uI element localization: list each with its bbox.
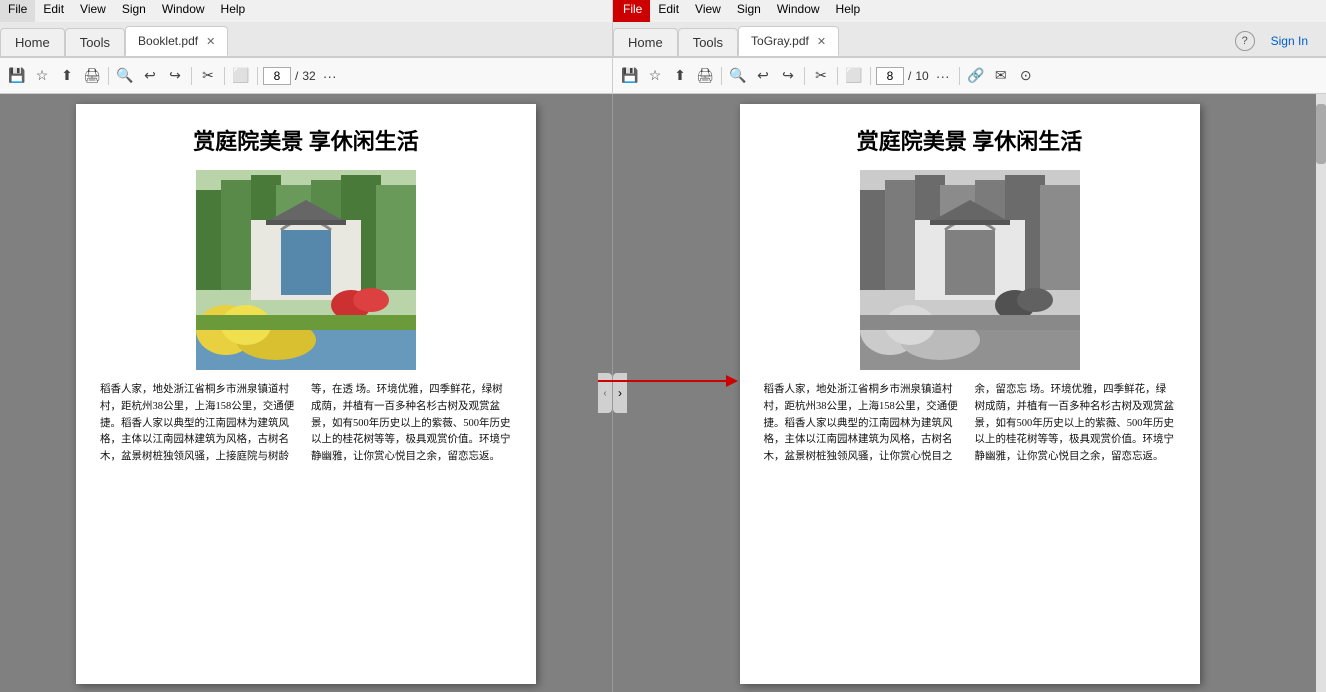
page-indicator-right: / 10 bbox=[876, 67, 929, 85]
home-tab-right[interactable]: Home bbox=[613, 28, 678, 56]
menu-help-right[interactable]: Help bbox=[828, 0, 869, 22]
save-icon-r[interactable]: 💾 bbox=[619, 65, 641, 87]
right-scrollbar-track[interactable] bbox=[1316, 94, 1326, 692]
menu-edit-right[interactable]: Edit bbox=[650, 0, 687, 22]
menu-window-left[interactable]: Window bbox=[154, 0, 213, 22]
screenshot-icon-r[interactable]: ⬜ bbox=[843, 65, 865, 87]
togray-tab[interactable]: ToGray.pdf ✕ bbox=[738, 26, 839, 56]
main-content: ‹ 赏庭院美景 享休闲生活 bbox=[0, 94, 1326, 692]
redo-icon[interactable]: ↪ bbox=[164, 65, 186, 87]
link-icon-r[interactable]: 🔗 bbox=[965, 65, 987, 87]
menu-window-right[interactable]: Window bbox=[769, 0, 828, 22]
bookmark-icon[interactable]: ☆ bbox=[31, 65, 53, 87]
sign-in-button[interactable]: Sign In bbox=[1261, 30, 1318, 52]
page-sep-left: / bbox=[295, 69, 298, 83]
right-scrollbar-thumb[interactable] bbox=[1316, 104, 1326, 164]
upload-icon[interactable]: ⬆ bbox=[56, 65, 78, 87]
menu-view-left[interactable]: View bbox=[72, 0, 114, 22]
menu-row: File Edit View Sign Window Help File Edi… bbox=[0, 0, 1326, 22]
cut-icon-r[interactable]: ✂ bbox=[810, 65, 832, 87]
menu-edit-left[interactable]: Edit bbox=[35, 0, 72, 22]
right-tab-bar: Home Tools ToGray.pdf ✕ ? Sign In bbox=[613, 22, 1326, 56]
menu-sign-right[interactable]: Sign bbox=[729, 0, 769, 22]
left-pdf-pane: ‹ 赏庭院美景 享休闲生活 bbox=[0, 94, 613, 692]
toolbar-row: 💾 ☆ ⬆ 🖨 🔍 ↩ ↪ ✂ ⬜ / 32 ··· 💾 ☆ ⬆ 🖨 bbox=[0, 58, 1326, 94]
left-pdf-page: 赏庭院美景 享休闲生活 bbox=[76, 104, 536, 684]
redo-icon-r[interactable]: ↪ bbox=[777, 65, 799, 87]
right-pdf-pane: › 赏庭院美景 享休闲生活 bbox=[613, 94, 1326, 692]
sep4r bbox=[870, 67, 871, 85]
left-pdf-image bbox=[196, 170, 416, 370]
page-indicator-left: / 32 bbox=[263, 67, 316, 85]
print-icon[interactable]: 🖨 bbox=[81, 65, 103, 87]
upload-icon-r[interactable]: ⬆ bbox=[669, 65, 691, 87]
right-pdf-body: 稻香人家，地处浙江省桐乡市洲泉镇道村村，距杭州38公里，上海158公里，交通便捷… bbox=[764, 382, 1176, 466]
sep5r bbox=[959, 67, 960, 85]
page-total-left: 32 bbox=[302, 69, 315, 83]
left-pdf-body: 稻香人家，地处浙江省桐乡市洲泉镇道村村，距杭州38公里，上海158公里，交通便捷… bbox=[100, 382, 512, 466]
share-icon-r[interactable]: ⊙ bbox=[1015, 65, 1037, 87]
togray-tab-close[interactable]: ✕ bbox=[817, 35, 826, 48]
more-left[interactable]: ··· bbox=[319, 65, 341, 87]
page-input-right[interactable] bbox=[876, 67, 904, 85]
sep2r bbox=[804, 67, 805, 85]
page-input-left[interactable] bbox=[263, 67, 291, 85]
cut-icon[interactable]: ✂ bbox=[197, 65, 219, 87]
right-body-text2: 场。环境优雅，四季鲜花，绿树成荫，并植有一百多种名杉古树及观赏盆景，如有500年… bbox=[975, 384, 1175, 462]
right-pdf-title: 赏庭院美景 享休闲生活 bbox=[764, 124, 1176, 156]
menu-view-right[interactable]: View bbox=[687, 0, 729, 22]
home-tab-left[interactable]: Home bbox=[0, 28, 65, 56]
sep2 bbox=[191, 67, 192, 85]
undo-icon-r[interactable]: ↩ bbox=[752, 65, 774, 87]
right-toolbar: 💾 ☆ ⬆ 🖨 🔍 ↩ ↪ ✂ ⬜ / 10 ··· 🔗 ✉ ⊙ bbox=[613, 58, 1326, 93]
help-icon[interactable]: ? bbox=[1235, 31, 1255, 51]
left-body-text2: 场。环境优雅，四季鲜花，绿树成荫，并植有一百多种名杉古树及观赏盆景，如有500年… bbox=[311, 384, 511, 462]
sep1 bbox=[108, 67, 109, 85]
menu-sign-left[interactable]: Sign bbox=[114, 0, 154, 22]
left-tab-bar: Home Tools Booklet.pdf ✕ bbox=[0, 22, 613, 56]
menu-file-left[interactable]: File bbox=[0, 0, 35, 22]
bookmark-icon-r[interactable]: ☆ bbox=[644, 65, 666, 87]
sep1r bbox=[721, 67, 722, 85]
undo-icon[interactable]: ↩ bbox=[139, 65, 161, 87]
page-sep-right: / bbox=[908, 69, 911, 83]
zoom-out-icon[interactable]: 🔍 bbox=[114, 65, 136, 87]
right-pdf-page: 赏庭院美景 享休闲生活 bbox=[740, 104, 1200, 684]
booklet-tab[interactable]: Booklet.pdf ✕ bbox=[125, 26, 228, 56]
save-icon[interactable]: 💾 bbox=[6, 65, 28, 87]
right-collapse-handle[interactable]: › bbox=[613, 373, 627, 413]
left-collapse-handle[interactable]: ‹ bbox=[598, 373, 612, 413]
tools-tab-right[interactable]: Tools bbox=[678, 28, 738, 56]
tools-tab-left[interactable]: Tools bbox=[65, 28, 125, 56]
print-icon-r[interactable]: 🖨 bbox=[694, 65, 716, 87]
top-area: File Edit View Sign Window Help File Edi… bbox=[0, 0, 1326, 94]
left-toolbar: 💾 ☆ ⬆ 🖨 🔍 ↩ ↪ ✂ ⬜ / 32 ··· bbox=[0, 58, 613, 93]
right-menu-bar: File Edit View Sign Window Help bbox=[613, 0, 1326, 22]
sep4 bbox=[257, 67, 258, 85]
sep3 bbox=[224, 67, 225, 85]
sep3r bbox=[837, 67, 838, 85]
menu-help-left[interactable]: Help bbox=[213, 0, 254, 22]
zoom-out-icon-r[interactable]: 🔍 bbox=[727, 65, 749, 87]
booklet-tab-label: Booklet.pdf bbox=[138, 34, 198, 48]
more-right[interactable]: ··· bbox=[932, 65, 954, 87]
screenshot-icon[interactable]: ⬜ bbox=[230, 65, 252, 87]
right-pdf-image bbox=[860, 170, 1080, 370]
tab-row: Home Tools Booklet.pdf ✕ Home Tools ToGr… bbox=[0, 22, 1326, 58]
togray-tab-label: ToGray.pdf bbox=[751, 34, 809, 48]
right-extra-controls: ? Sign In bbox=[1227, 30, 1326, 52]
mail-icon-r[interactable]: ✉ bbox=[990, 65, 1012, 87]
page-total-right: 10 bbox=[915, 69, 928, 83]
left-menu-bar: File Edit View Sign Window Help bbox=[0, 0, 613, 22]
booklet-tab-close[interactable]: ✕ bbox=[206, 35, 215, 48]
menu-file-right[interactable]: File bbox=[615, 0, 650, 22]
left-pdf-title: 赏庭院美景 享休闲生活 bbox=[100, 124, 512, 156]
